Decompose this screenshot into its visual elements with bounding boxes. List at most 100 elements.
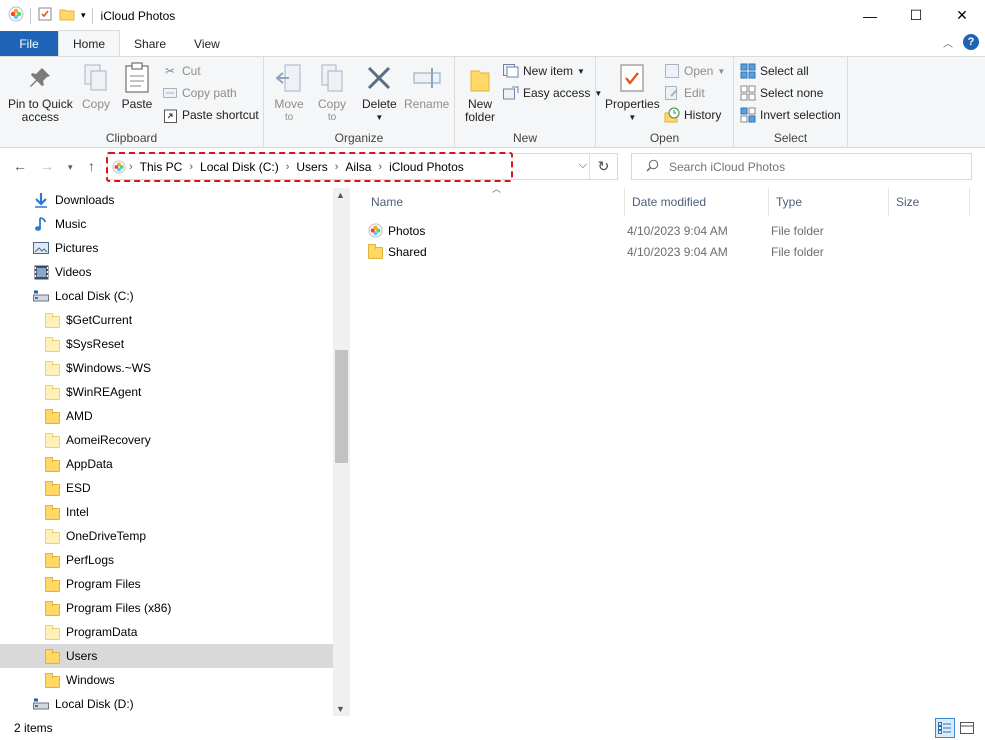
nav-item-sysreset[interactable]: $SysReset <box>0 332 333 356</box>
new-folder-button[interactable]: New folder <box>464 61 496 124</box>
nav-item-pictures[interactable]: Pictures <box>0 236 333 260</box>
nav-item-local-disk-c[interactable]: Local Disk (C:) <box>0 284 333 308</box>
refresh-icon[interactable]: ↻ <box>589 154 617 179</box>
open-icon <box>664 63 680 79</box>
paste-button[interactable]: Paste <box>121 61 153 111</box>
view-toggle <box>935 718 977 738</box>
paste-shortcut-label: Paste shortcut <box>182 108 259 122</box>
column-header-type[interactable]: Type <box>769 188 889 216</box>
select-none-button[interactable]: Select none <box>740 83 823 103</box>
forward-arrow-icon[interactable]: → <box>40 158 54 174</box>
nav-item-program-files-x86[interactable]: Program Files (x86) <box>0 596 333 620</box>
scroll-up-chevron-icon[interactable]: ▲ <box>336 190 345 200</box>
breadcrumb-this-pc[interactable]: This PC <box>136 160 187 174</box>
file-name: Shared <box>388 244 427 259</box>
nav-item-appdata[interactable]: AppData <box>0 452 333 476</box>
recent-locations-chevron-icon[interactable]: ▾ <box>68 162 73 173</box>
up-arrow-icon[interactable]: ↑ <box>88 158 95 174</box>
file-row[interactable]: Shared 4/10/2023 9:04 AM File folder <box>368 241 968 262</box>
breadcrumb-chevron-icon[interactable]: › <box>126 161 136 173</box>
maximize-button[interactable]: ☐ <box>893 0 939 31</box>
search-input[interactable] <box>669 159 949 174</box>
nav-item-getcurrent[interactable]: $GetCurrent <box>0 308 333 332</box>
breadcrumb-ailsa[interactable]: Ailsa <box>341 160 375 174</box>
properties-quick-icon[interactable] <box>37 6 53 25</box>
organize-group: Move to Copy to Delete ▼ Rename Organize <box>264 57 455 148</box>
pin-to-quick-access-button[interactable]: Pin to Quick access <box>8 61 73 124</box>
new-item-button[interactable]: New item ▼ <box>503 61 585 81</box>
folder-icon <box>44 504 60 520</box>
column-header-name[interactable]: Name <box>364 188 625 216</box>
folder-icon <box>44 600 60 616</box>
ribbon: Pin to Quick access Copy Paste ✂ Cut Cop… <box>0 56 985 148</box>
nav-item-local-disk-d[interactable]: Local Disk (D:) <box>0 692 333 716</box>
close-button[interactable]: ✕ <box>939 0 985 31</box>
address-bar[interactable]: › This PC › Local Disk (C:) › Users › Ai… <box>106 152 618 182</box>
copy-button[interactable]: Copy <box>80 61 112 111</box>
details-view-icon[interactable] <box>935 718 955 738</box>
select-all-button[interactable]: Select all <box>740 61 809 81</box>
tab-file[interactable]: File <box>0 31 58 56</box>
nav-item-users[interactable]: Users <box>0 644 333 668</box>
breadcrumb-users[interactable]: Users <box>292 160 331 174</box>
tab-home[interactable]: Home <box>58 30 121 56</box>
scroll-down-chevron-icon[interactable]: ▼ <box>336 704 345 714</box>
tab-share[interactable]: Share <box>120 31 180 56</box>
file-row[interactable]: Photos 4/10/2023 9:04 AM File folder <box>368 220 968 241</box>
customize-toolbar-chevron-icon[interactable]: ▾ <box>81 10 86 21</box>
properties-button[interactable]: Properties ▼ <box>605 61 660 124</box>
copy-path-button[interactable]: Copy path <box>162 83 237 103</box>
invert-selection-button[interactable]: Invert selection <box>740 105 841 125</box>
copy-to-button[interactable]: Copy to <box>316 61 348 124</box>
nav-scrollbar[interactable]: ▲ ▼ <box>333 188 350 716</box>
cut-button[interactable]: ✂ Cut <box>162 61 201 81</box>
move-to-button[interactable]: Move to <box>273 61 305 124</box>
minimize-button[interactable]: — <box>847 0 893 31</box>
breadcrumb-chevron-icon[interactable]: › <box>332 161 342 173</box>
nav-item-amd[interactable]: AMD <box>0 404 333 428</box>
breadcrumb-local-disk-c[interactable]: Local Disk (C:) <box>196 160 283 174</box>
nav-item-perflogs[interactable]: PerfLogs <box>0 548 333 572</box>
help-icon[interactable]: ? <box>963 34 979 50</box>
open-button[interactable]: Open ▼ <box>664 61 725 81</box>
address-dropdown-chevron-icon[interactable]: ⌵ <box>579 159 587 172</box>
navigation-pane: Downloads Music Pictures Videos Local Disk (… <box>0 188 350 716</box>
delete-button[interactable]: Delete ▼ <box>362 61 397 124</box>
search-box[interactable] <box>631 153 972 180</box>
rename-button[interactable]: Rename <box>404 61 449 111</box>
large-icons-view-icon[interactable] <box>957 718 977 738</box>
properties-label: Properties <box>605 97 660 111</box>
history-button[interactable]: History <box>664 105 721 125</box>
nav-item-programdata[interactable]: ProgramData <box>0 620 333 644</box>
copy-icon <box>80 61 112 95</box>
paste-shortcut-button[interactable]: Paste shortcut <box>162 105 259 125</box>
nav-scrollbar-thumb[interactable] <box>335 350 348 463</box>
nav-item-onedrivetemp[interactable]: OneDriveTemp <box>0 524 333 548</box>
new-folder-icon <box>464 61 496 95</box>
folder-icon <box>44 480 60 496</box>
breadcrumb-chevron-icon[interactable]: › <box>375 161 385 173</box>
nav-item-downloads[interactable]: Downloads <box>0 188 333 212</box>
tab-view[interactable]: View <box>180 31 234 56</box>
nav-item-videos[interactable]: Videos <box>0 260 333 284</box>
nav-item-winreagent[interactable]: $WinREAgent <box>0 380 333 404</box>
back-arrow-icon[interactable]: ← <box>13 158 27 174</box>
nav-item-esd[interactable]: ESD <box>0 476 333 500</box>
column-header-date-modified[interactable]: Date modified <box>625 188 769 216</box>
edit-button[interactable]: Edit <box>664 83 705 103</box>
new-folder-quick-icon[interactable] <box>59 6 75 25</box>
nav-item-intel[interactable]: Intel <box>0 500 333 524</box>
easy-access-button[interactable]: Easy access ▼ <box>503 83 602 103</box>
nav-item-windows[interactable]: Windows <box>0 668 333 692</box>
nav-item-label: $GetCurrent <box>66 313 133 327</box>
breadcrumb-icloud-photos[interactable]: iCloud Photos <box>385 160 468 174</box>
nav-item-program-files[interactable]: Program Files <box>0 572 333 596</box>
nav-item-music[interactable]: Music <box>0 212 333 236</box>
nav-item-aomeirecovery[interactable]: AomeiRecovery <box>0 428 333 452</box>
nav-item-windows-ws[interactable]: $Windows.~WS <box>0 356 333 380</box>
breadcrumb-chevron-icon[interactable]: › <box>186 161 196 173</box>
column-header-size[interactable]: Size <box>889 188 970 216</box>
collapse-ribbon-icon[interactable]: ︿ <box>943 35 953 50</box>
breadcrumb-chevron-icon[interactable]: › <box>283 161 293 173</box>
pictures-icon <box>33 240 49 256</box>
